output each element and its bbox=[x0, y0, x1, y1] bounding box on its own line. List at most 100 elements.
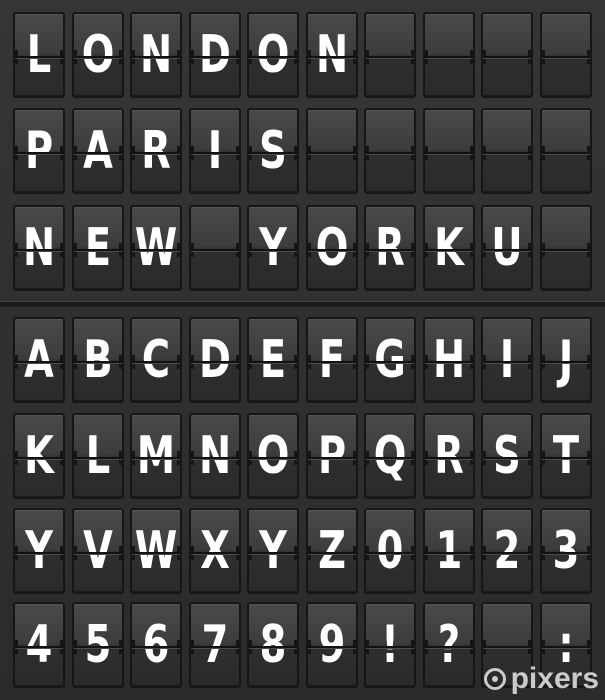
flap-character: Z bbox=[318, 521, 346, 581]
hinge bbox=[119, 546, 122, 560]
hinge bbox=[308, 640, 311, 654]
hinge bbox=[15, 546, 18, 560]
flap-character: J bbox=[558, 330, 574, 390]
hinge bbox=[132, 243, 135, 257]
flap-character: 2 bbox=[493, 521, 521, 581]
hinge bbox=[132, 146, 135, 160]
hinge bbox=[353, 640, 356, 654]
hinge bbox=[411, 546, 414, 560]
flap-tile: Y bbox=[13, 508, 65, 594]
hinge bbox=[15, 50, 18, 64]
hinge bbox=[308, 546, 311, 560]
hinge bbox=[15, 355, 18, 369]
hinge bbox=[411, 243, 414, 257]
flap-tile bbox=[540, 205, 592, 291]
hinge bbox=[74, 243, 77, 257]
hinge bbox=[236, 243, 239, 257]
flap-character: K bbox=[24, 426, 54, 486]
hinge bbox=[411, 50, 414, 64]
flap-character: Q bbox=[373, 426, 407, 486]
flap-tile bbox=[189, 205, 241, 291]
flap-tile: V bbox=[72, 508, 124, 594]
flap-character: Y bbox=[259, 218, 287, 278]
hinge bbox=[60, 451, 63, 465]
hinge bbox=[366, 355, 369, 369]
flap-character bbox=[487, 14, 526, 96]
hinge bbox=[411, 146, 414, 160]
hinge bbox=[60, 50, 63, 64]
hinge bbox=[294, 355, 297, 369]
hinge bbox=[236, 451, 239, 465]
hinge bbox=[411, 640, 414, 654]
flap-tile bbox=[423, 12, 475, 98]
hinge bbox=[74, 50, 77, 64]
flap-tile: Y bbox=[247, 205, 299, 291]
flap-tile: L bbox=[72, 413, 124, 499]
hinge bbox=[236, 146, 239, 160]
hinge bbox=[249, 546, 252, 560]
hinge bbox=[119, 640, 122, 654]
hinge bbox=[177, 50, 180, 64]
board-row: YVWXYZ0123 bbox=[0, 508, 605, 594]
flap-tile: E bbox=[72, 205, 124, 291]
hinge bbox=[470, 451, 473, 465]
flap-tile: 9 bbox=[306, 602, 358, 688]
flap-character: W bbox=[134, 218, 178, 278]
hinge bbox=[119, 50, 122, 64]
hinge bbox=[249, 355, 252, 369]
flap-character: Y bbox=[25, 521, 53, 581]
flap-tile: 4 bbox=[13, 602, 65, 688]
hinge bbox=[587, 640, 590, 654]
flap-character: D bbox=[199, 25, 231, 85]
flap-tile: C bbox=[130, 317, 182, 403]
flap-tile bbox=[540, 108, 592, 194]
flap-tile: 7 bbox=[189, 602, 241, 688]
hinge bbox=[366, 243, 369, 257]
flap-character: X bbox=[200, 521, 230, 581]
hinge bbox=[483, 451, 486, 465]
hinge bbox=[483, 355, 486, 369]
hinge bbox=[177, 451, 180, 465]
hinge bbox=[294, 243, 297, 257]
flap-character: K bbox=[434, 218, 464, 278]
hinge bbox=[366, 50, 369, 64]
hinge bbox=[74, 546, 77, 560]
flap-character: G bbox=[374, 330, 406, 390]
flap-character: W bbox=[134, 521, 178, 581]
flap-character: D bbox=[199, 330, 231, 390]
flap-tile: E bbox=[247, 317, 299, 403]
hinge bbox=[236, 640, 239, 654]
hinge bbox=[425, 640, 428, 654]
flap-character: E bbox=[259, 330, 287, 390]
flap-character bbox=[546, 14, 585, 96]
flap-tile: M bbox=[130, 413, 182, 499]
hinge bbox=[528, 146, 531, 160]
hinge bbox=[249, 451, 252, 465]
hinge bbox=[119, 355, 122, 369]
hinge bbox=[294, 451, 297, 465]
flap-tile: N bbox=[306, 12, 358, 98]
hinge bbox=[353, 546, 356, 560]
hinge bbox=[294, 640, 297, 654]
flap-tile: N bbox=[130, 12, 182, 98]
flap-tile: ? bbox=[423, 602, 475, 688]
flap-tile: U bbox=[481, 205, 533, 291]
flap-tile: 6 bbox=[130, 602, 182, 688]
hinge bbox=[308, 243, 311, 257]
hinge bbox=[60, 146, 63, 160]
flap-character: O bbox=[81, 25, 115, 85]
flap-character bbox=[546, 110, 585, 192]
hinge bbox=[132, 50, 135, 64]
flap-tile: S bbox=[481, 413, 533, 499]
flap-tile: S bbox=[247, 108, 299, 194]
hinge bbox=[587, 355, 590, 369]
flap-tile: Y bbox=[247, 508, 299, 594]
hinge bbox=[587, 50, 590, 64]
flap-character: 1 bbox=[435, 521, 463, 581]
hinge bbox=[191, 451, 194, 465]
flap-character: A bbox=[83, 121, 113, 181]
hinge bbox=[483, 546, 486, 560]
flap-character: 3 bbox=[552, 521, 580, 581]
flap-character bbox=[195, 207, 234, 289]
hinge bbox=[425, 546, 428, 560]
